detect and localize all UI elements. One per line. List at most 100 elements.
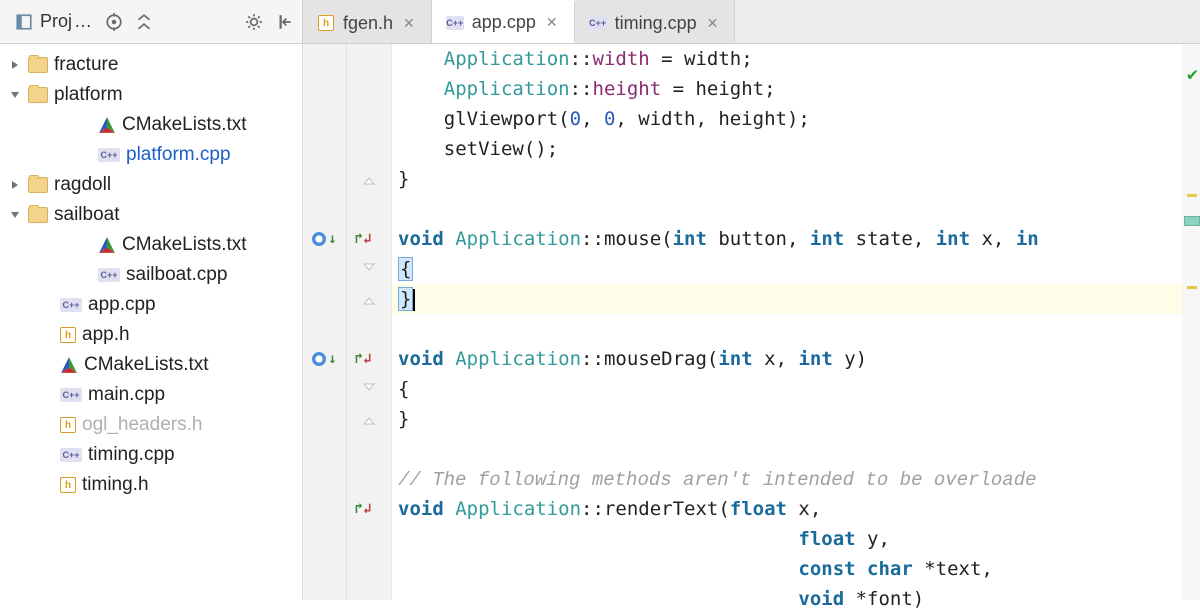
override-icon[interactable]: [312, 352, 326, 366]
code-line[interactable]: void Application::mouseDrag(int x, int y…: [392, 344, 1182, 374]
override-icon[interactable]: [312, 232, 326, 246]
gutter-folding[interactable]: ↱↲ ↱↲ ↱↲: [347, 44, 392, 600]
arrow-down-icon: ↓: [328, 344, 336, 374]
gutter-marker-row: ↓: [303, 224, 346, 254]
code-line[interactable]: {: [392, 254, 1182, 284]
code-line[interactable]: void Application::renderText(float x,: [392, 494, 1182, 524]
fold-gutter-row: [347, 464, 391, 494]
code-line[interactable]: void Application::mouse(int button, int …: [392, 224, 1182, 254]
tree-item[interactable]: C++main.cpp: [0, 380, 302, 410]
code-token: y,: [856, 528, 890, 550]
locate-icon[interactable]: [102, 10, 126, 34]
tree-item[interactable]: CMakeLists.txt: [0, 110, 302, 140]
gutter-marker-row: [303, 314, 346, 344]
tree-item[interactable]: htiming.h: [0, 470, 302, 500]
tree-item[interactable]: C++sailboat.cpp: [0, 260, 302, 290]
code-content[interactable]: Application::width = width; Application:…: [392, 44, 1182, 600]
tree-item[interactable]: fracture: [0, 50, 302, 80]
code-line[interactable]: Application::height = height;: [392, 74, 1182, 104]
fold-start-icon[interactable]: [363, 383, 375, 395]
editor-tab[interactable]: C++app.cpp✕: [432, 0, 575, 43]
chevron-down-icon[interactable]: [8, 88, 22, 102]
code-token: x,: [787, 498, 821, 520]
code-line[interactable]: [392, 194, 1182, 224]
code-token: ,: [581, 108, 604, 130]
code-line[interactable]: }: [392, 404, 1182, 434]
collapse-all-icon[interactable]: [132, 10, 156, 34]
tab-label: fgen.h: [343, 13, 393, 34]
code-token: x,: [753, 348, 799, 370]
fold-end-icon[interactable]: [363, 413, 375, 425]
tree-item-label: sailboat: [54, 204, 120, 226]
tree-item[interactable]: happ.h: [0, 320, 302, 350]
code-line[interactable]: [392, 314, 1182, 344]
code-line[interactable]: glViewport(0, 0, width, height);: [392, 104, 1182, 134]
code-token: ::: [570, 48, 593, 70]
tree-item[interactable]: C++timing.cpp: [0, 440, 302, 470]
cmake-icon: [60, 356, 78, 374]
code-line[interactable]: setView();: [392, 134, 1182, 164]
code-line[interactable]: void *font): [392, 584, 1182, 614]
chevron-down-icon[interactable]: [8, 208, 22, 222]
tree-item[interactable]: sailboat: [0, 200, 302, 230]
chevron-right-icon[interactable]: [8, 58, 22, 72]
code-token: ::: [570, 78, 593, 100]
nav-arrows-icon[interactable]: ↱↲: [355, 494, 372, 524]
gutter-marker-row: [303, 74, 346, 104]
code-token: = width;: [650, 48, 753, 70]
chevron-right-icon[interactable]: [8, 178, 22, 192]
close-icon[interactable]: ✕: [544, 12, 560, 33]
tree-item[interactable]: C++app.cpp: [0, 290, 302, 320]
code-token: int: [718, 348, 752, 370]
cpp-file-icon: C++: [60, 298, 82, 312]
gutter-marker-row: [303, 44, 346, 74]
gutter-marker-row: [303, 194, 346, 224]
error-stripe[interactable]: ✔: [1182, 44, 1200, 600]
tree-item[interactable]: platform: [0, 80, 302, 110]
tree-item[interactable]: CMakeLists.txt: [0, 230, 302, 260]
code-token: }: [398, 287, 413, 311]
code-line[interactable]: }: [392, 284, 1182, 314]
code-line[interactable]: const char *text,: [392, 554, 1182, 584]
code-token: void: [398, 498, 455, 520]
code-line[interactable]: // The following methods aren't intended…: [392, 464, 1182, 494]
fold-end-icon[interactable]: [363, 293, 375, 305]
fold-end-icon[interactable]: [363, 173, 375, 185]
hide-panel-icon[interactable]: [272, 10, 296, 34]
code-line[interactable]: float y,: [392, 524, 1182, 554]
settings-icon[interactable]: [242, 10, 266, 34]
tree-item-label: ogl_headers.h: [82, 414, 202, 436]
nav-arrows-icon[interactable]: ↱↲: [355, 224, 372, 254]
tree-item[interactable]: C++platform.cpp: [0, 140, 302, 170]
fold-gutter-row: [347, 284, 391, 314]
close-icon[interactable]: ✕: [401, 13, 417, 34]
editor-tab[interactable]: h fgen.h ✕: [303, 0, 432, 43]
editor-tab[interactable]: C++timing.cpp✕: [575, 0, 736, 43]
tree-item[interactable]: hogl_headers.h: [0, 410, 302, 440]
code-line[interactable]: }: [392, 164, 1182, 194]
gutter-marker-row: ↓: [303, 344, 346, 374]
editor[interactable]: ↓↓ ↱↲↱↲↱↲ Application::width = width; Ap…: [303, 44, 1200, 600]
code-line[interactable]: Application::width = width;: [392, 44, 1182, 74]
cpp-file-icon: C++: [98, 148, 120, 162]
tree-item[interactable]: ragdoll: [0, 170, 302, 200]
close-icon[interactable]: ✕: [705, 13, 721, 34]
fold-start-icon[interactable]: [363, 263, 375, 275]
header-file-icon: h: [317, 14, 335, 32]
tree-item-label: fracture: [54, 54, 118, 76]
project-view-icon[interactable]: [12, 10, 36, 34]
warning-marker[interactable]: [1187, 194, 1197, 197]
code-token: int: [798, 348, 832, 370]
project-panel-header: Proj …: [0, 0, 303, 43]
fold-gutter-row: [347, 524, 391, 554]
project-tree[interactable]: fractureplatformCMakeLists.txtC++platfor…: [0, 44, 303, 600]
warning-marker[interactable]: [1187, 286, 1197, 289]
code-line[interactable]: {: [392, 374, 1182, 404]
code-line[interactable]: [392, 434, 1182, 464]
nav-arrows-icon[interactable]: ↱↲: [355, 344, 372, 374]
code-token: mouseDrag: [604, 348, 707, 370]
tree-item[interactable]: CMakeLists.txt: [0, 350, 302, 380]
change-marker[interactable]: [1184, 216, 1200, 226]
gutter-marker-row: [303, 104, 346, 134]
gutter-marker-row: [303, 254, 346, 284]
